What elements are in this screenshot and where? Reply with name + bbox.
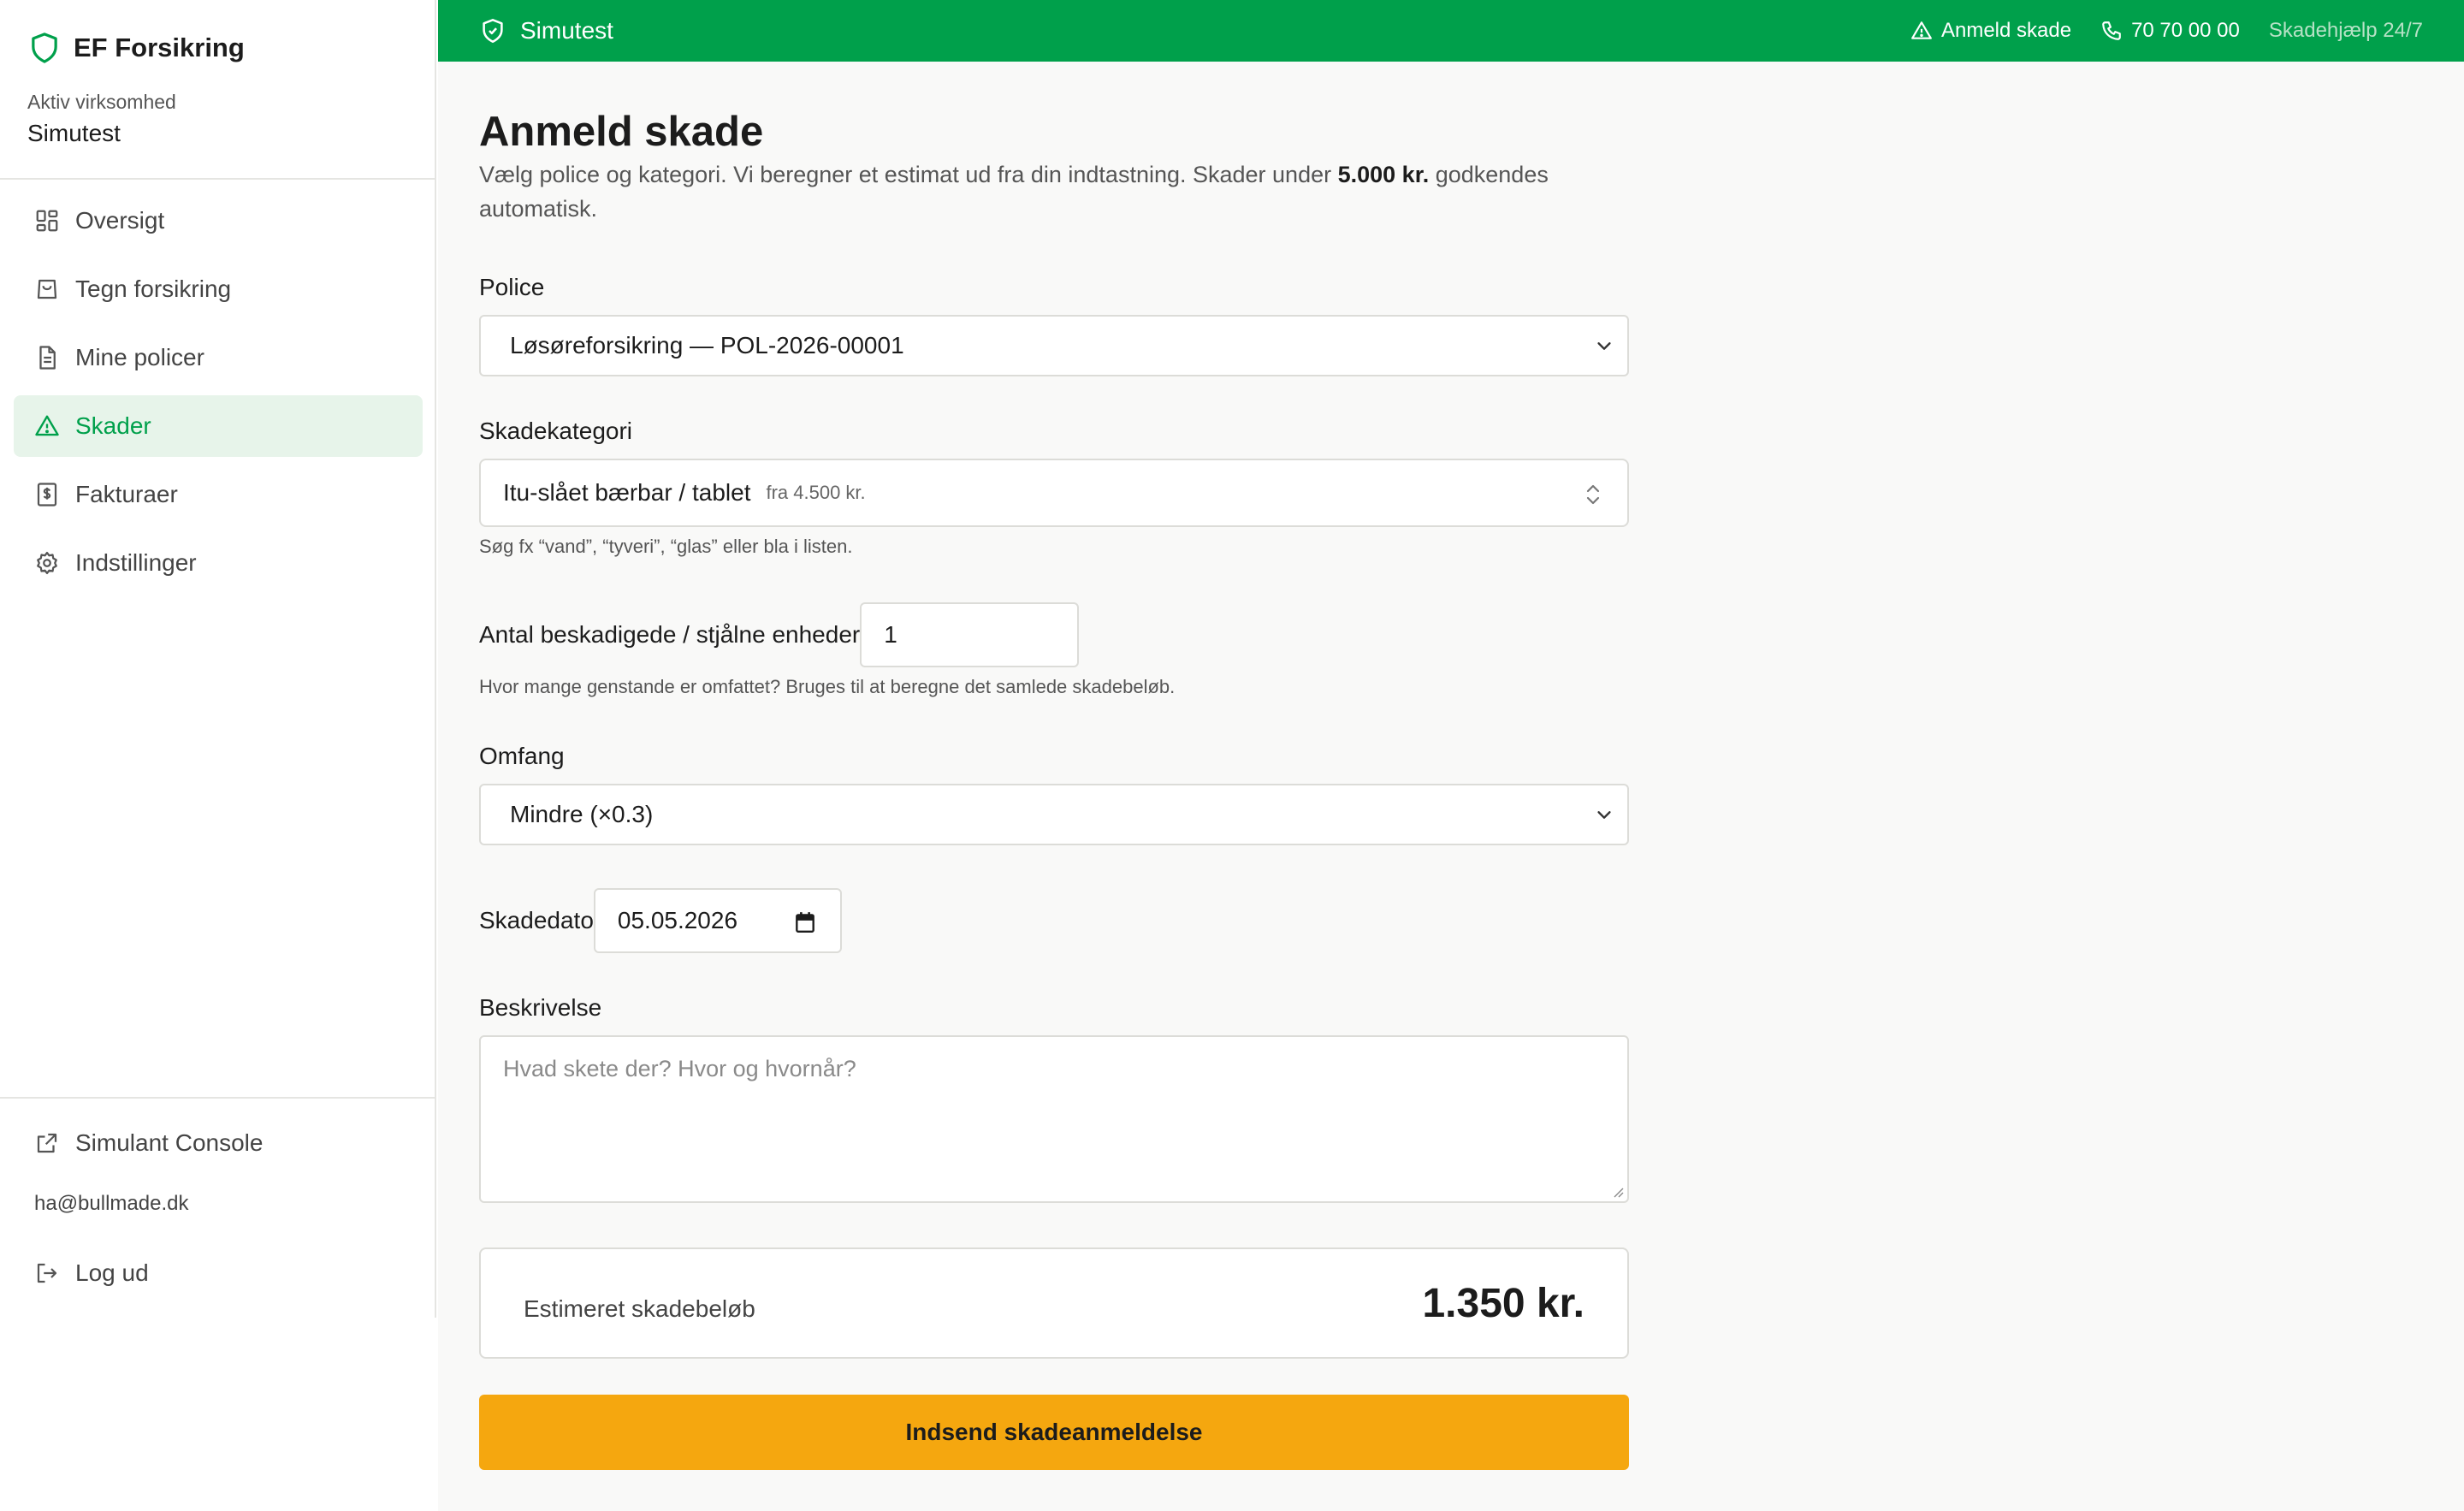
category-label: Skadekategori <box>479 418 633 444</box>
date-row: Skadedato 05.05.2026 <box>479 888 842 953</box>
chevron-down-icon <box>1597 811 1611 819</box>
active-company-name: Simutest <box>27 120 121 146</box>
sidebar-item-indstillinger[interactable]: Indstillinger <box>14 532 423 594</box>
warning-triangle-icon <box>1911 21 1932 39</box>
top-bar: Simutest Anmeld skade 70 70 00 00 Skadeh… <box>438 0 2464 62</box>
units-input[interactable]: 1 <box>860 602 1080 667</box>
police-select-value: Løsøreforsikring — POL-2026-00001 <box>510 332 904 358</box>
shield-check-icon <box>483 19 503 43</box>
description-label: Beskrivelse <box>479 994 602 1021</box>
chevron-updown-icon <box>1586 484 1600 505</box>
page-description-threshold: 5.000 kr. <box>1337 162 1430 187</box>
topbar-phone-link[interactable]: 70 70 00 00 <box>2100 19 2240 43</box>
units-label: Antal beskadigede / stjålne enheder <box>479 621 861 648</box>
topbar-company: Simutest <box>481 0 613 62</box>
police-label: Police <box>479 274 545 300</box>
chevron-down-icon <box>1597 342 1611 350</box>
gear-icon <box>37 552 57 574</box>
active-company-label: Aktiv virksomhed <box>27 91 176 113</box>
sidebar-item-label: Fakturaer <box>75 481 178 507</box>
units-input-value: 1 <box>884 621 897 648</box>
shopping-bag-icon <box>37 279 57 299</box>
scope-label: Omfang <box>479 743 565 769</box>
logout-icon <box>37 1263 57 1283</box>
external-link-icon <box>37 1133 57 1153</box>
sidebar-item-tegn-forsikring[interactable]: Tegn forsikring <box>14 258 423 320</box>
topbar-phone-number: 70 70 00 00 <box>2131 19 2240 42</box>
submit-claim-button[interactable]: Indsend skadeanmeldelse <box>479 1395 1629 1470</box>
phone-icon <box>2102 21 2121 40</box>
sidebar-item-skader[interactable]: Skader <box>14 395 423 457</box>
topbar-report-claim-link[interactable]: Anmeld skade <box>1910 19 2071 43</box>
category-value: Itu-slået bærbar / tablet <box>503 479 751 506</box>
sidebar-item-label: Oversigt <box>75 207 165 234</box>
warning-triangle-icon <box>35 415 59 436</box>
estimate-value: 1.350 kr. <box>1422 1281 1584 1326</box>
topbar-report-claim-label: Anmeld skade <box>1940 19 2072 42</box>
units-row: Antal beskadigede / stjålne enheder 1 <box>479 602 1080 667</box>
dashboard-grid-icon <box>36 210 58 232</box>
category-price: fra 4.500 kr. <box>766 482 866 503</box>
scope-select-value: Mindre (×0.3) <box>510 801 654 827</box>
description-textarea[interactable]: Hvad skete der? Hvor og hvornår? <box>479 1035 1629 1203</box>
main-content: Anmeld skade Vælg police og kategori. Vi… <box>438 62 2464 1511</box>
police-select[interactable]: Løsøreforsikring — POL-2026-00001 <box>479 315 1629 376</box>
logout-button[interactable]: Log ud <box>14 1242 423 1304</box>
user-email: ha@bullmade.dk <box>34 1192 189 1215</box>
description-placeholder: Hvad skete der? Hvor og hvornår? <box>503 1056 856 1081</box>
sidebar-item-fakturaer[interactable]: Fakturaer <box>14 464 423 525</box>
date-label: Skadedato <box>479 907 594 933</box>
logout-label: Log ud <box>75 1259 149 1286</box>
page-description-prefix: Vælg police og kategori. Vi beregner et … <box>479 162 1338 187</box>
sidebar-divider <box>0 178 435 180</box>
document-icon <box>39 346 56 370</box>
date-input[interactable]: 05.05.2026 <box>593 888 842 953</box>
date-input-value: 05.05.2026 <box>617 907 738 933</box>
calendar-icon[interactable] <box>794 910 816 934</box>
scope-select[interactable]: Mindre (×0.3) <box>479 784 1629 845</box>
category-help-text: Søg fx “vand”, “tyveri”, “glas” eller bl… <box>479 536 853 557</box>
category-combobox[interactable]: Itu-slået bærbar / tablet fra 4.500 kr. <box>479 459 1629 527</box>
brand[interactable]: EF Forsikring <box>29 31 245 65</box>
shield-logo-icon <box>32 33 57 63</box>
sidebar-item-label: Skader <box>75 412 151 439</box>
topbar-actions: Anmeld skade 70 70 00 00 Skadehjælp 24/7 <box>1881 0 2423 62</box>
sidebar: EF Forsikring Aktiv virksomhed Simutest … <box>0 0 436 1318</box>
sidebar-item-mine-policer[interactable]: Mine policer <box>14 327 423 388</box>
sidebar-item-label: Mine policer <box>75 344 204 370</box>
page-title: Anmeld skade <box>479 109 764 155</box>
sidebar-divider <box>0 1097 435 1099</box>
topbar-company-name: Simutest <box>520 17 613 44</box>
sidebar-item-oversigt[interactable]: Oversigt <box>14 190 423 252</box>
topbar-help-text: Skadehjælp 24/7 <box>2268 19 2423 42</box>
estimate-box: Estimeret skadebeløb 1.350 kr. <box>479 1247 1629 1359</box>
invoice-dollar-icon <box>37 483 57 507</box>
resize-grip-icon[interactable] <box>1610 1184 1624 1198</box>
simulant-console-link[interactable]: Simulant Console <box>14 1112 423 1174</box>
units-help-text: Hvor mange genstande er omfattet? Bruges… <box>479 676 1176 697</box>
page-description: Vælg police og kategori. Vi beregner et … <box>479 157 1629 226</box>
simulant-console-label: Simulant Console <box>75 1129 264 1156</box>
sidebar-nav: Oversigt Tegn forsikring Mine policer Sk… <box>14 190 423 601</box>
sidebar-item-label: Tegn forsikring <box>75 276 232 302</box>
estimate-label: Estimeret skadebeløb <box>524 1295 755 1322</box>
sidebar-item-label: Indstillinger <box>75 549 197 576</box>
brand-name: EF Forsikring <box>74 33 245 62</box>
